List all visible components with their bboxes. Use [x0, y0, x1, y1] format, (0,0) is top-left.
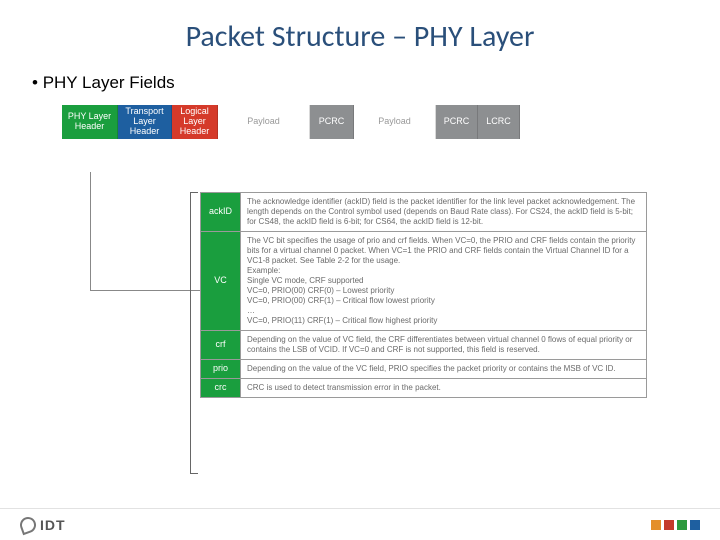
logo: IDT	[20, 517, 66, 533]
logo-swirl-icon	[18, 514, 39, 535]
field-crf-desc: Depending on the value of VC field, the …	[241, 331, 647, 360]
packet-pcrc-1: PCRC	[310, 105, 354, 139]
field-vc-label: VC	[201, 232, 241, 331]
square-icon	[690, 520, 700, 530]
table-row: crf Depending on the value of VC field, …	[201, 331, 647, 360]
packet-strip: PHY Layer Header Transport Layer Header …	[62, 105, 720, 139]
footer-color-squares	[651, 520, 700, 530]
packet-payload-2: Payload	[354, 105, 436, 139]
table-row: prio Depending on the value of the VC fi…	[201, 360, 647, 379]
page-title: Packet Structure – PHY Layer	[0, 0, 720, 55]
square-icon	[651, 520, 661, 530]
field-description-table: ackID The acknowledge identifier (ackID)…	[200, 192, 647, 398]
table-row: VC The VC bit specifies the usage of pri…	[201, 232, 647, 331]
field-crf-label: crf	[201, 331, 241, 360]
connector-horizontal	[90, 290, 200, 291]
field-crc-label: crc	[201, 379, 241, 398]
field-ackid-desc: The acknowledge identifier (ackID) field…	[241, 193, 647, 232]
bullet-row: PHY Layer Fields	[0, 55, 720, 101]
field-prio-desc: Depending on the value of the VC field, …	[241, 360, 647, 379]
table-row: ackID The acknowledge identifier (ackID)…	[201, 193, 647, 232]
connector-bracket	[190, 192, 198, 474]
packet-logical-header: Logical Layer Header	[172, 105, 218, 139]
packet-pcrc-2: PCRC	[436, 105, 478, 139]
table-row: crc CRC is used to detect transmission e…	[201, 379, 647, 398]
packet-payload-1: Payload	[218, 105, 310, 139]
logo-text: IDT	[40, 517, 66, 533]
field-prio-label: prio	[201, 360, 241, 379]
packet-transport-header: Transport Layer Header	[118, 105, 172, 139]
packet-phy-header: PHY Layer Header	[62, 105, 118, 139]
connector-vertical	[90, 172, 91, 290]
field-vc-desc: The VC bit specifies the usage of prio a…	[241, 232, 647, 331]
square-icon	[677, 520, 687, 530]
footer: IDT	[0, 508, 720, 540]
packet-lcrc: LCRC	[478, 105, 520, 139]
field-ackid-label: ackID	[201, 193, 241, 232]
square-icon	[664, 520, 674, 530]
field-crc-desc: CRC is used to detect transmission error…	[241, 379, 647, 398]
bullet-subtitle: PHY Layer Fields	[32, 73, 175, 92]
